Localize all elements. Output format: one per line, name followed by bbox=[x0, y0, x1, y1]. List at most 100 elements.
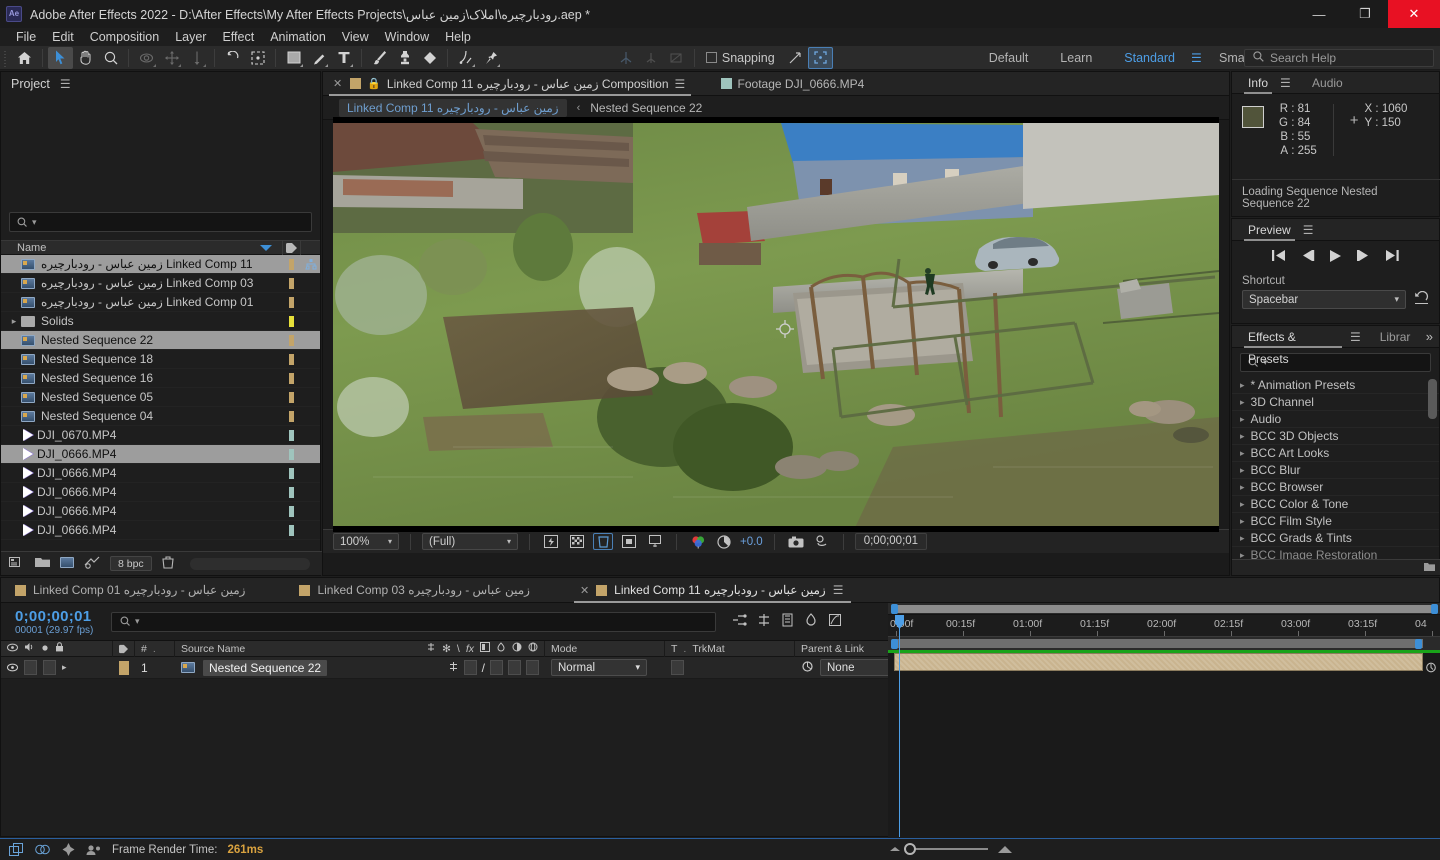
snap-target-icon[interactable] bbox=[783, 47, 808, 69]
label-swatch[interactable] bbox=[289, 410, 294, 422]
label-swatch[interactable] bbox=[289, 429, 294, 441]
search-help-input[interactable]: Search Help bbox=[1244, 49, 1434, 67]
project-item-comp-01[interactable]: زمین عباس - رودبارچیره Linked Comp 01 bbox=[1, 293, 320, 312]
first-frame-icon[interactable] bbox=[1271, 249, 1286, 265]
layer-solo-toggle[interactable] bbox=[43, 660, 56, 675]
effects-category-animation-presets[interactable]: ▸ * Animation Presets bbox=[1232, 377, 1439, 394]
exposure-value[interactable]: +0.0 bbox=[740, 536, 763, 548]
pick-whip-icon[interactable] bbox=[801, 660, 814, 676]
minimize-button[interactable]: — bbox=[1296, 0, 1342, 28]
toggle-mask-paths-icon[interactable] bbox=[619, 533, 639, 550]
lock-icon[interactable]: 🔒 bbox=[367, 77, 381, 90]
zoom-in-icon[interactable] bbox=[998, 845, 1012, 853]
collapse-transform-icon[interactable]: ✻ bbox=[442, 643, 451, 655]
enable-frame-blending-icon[interactable] bbox=[804, 613, 818, 630]
project-item-dji-0666-c[interactable]: DJI_0666.MP4 bbox=[1, 483, 320, 502]
zoom-out-icon[interactable] bbox=[890, 847, 900, 851]
rotation-tool-icon[interactable] bbox=[220, 47, 245, 69]
timeline-tab-linked-comp-11[interactable]: ✕ زمین عباس - رودبارچیره Linked Comp 11 … bbox=[566, 578, 859, 603]
camera-3d-icon[interactable] bbox=[614, 47, 639, 69]
show-snapshot-icon[interactable] bbox=[812, 533, 832, 550]
project-item-dji-0666-b[interactable]: DJI_0666.MP4 bbox=[1, 464, 320, 483]
team-projects-icon[interactable] bbox=[86, 843, 102, 857]
frame-blend-icon[interactable] bbox=[480, 642, 490, 655]
mode-column-header[interactable]: Mode bbox=[545, 640, 665, 657]
tab-audio[interactable]: Audio bbox=[1304, 72, 1351, 94]
menu-view[interactable]: View bbox=[334, 28, 377, 46]
3d-layer-icon[interactable] bbox=[528, 642, 538, 655]
composition-viewer[interactable] bbox=[323, 117, 1229, 532]
breadcrumb-current[interactable]: زمین عباس - رودبارچیره Linked Comp 11 bbox=[339, 98, 567, 117]
play-icon[interactable] bbox=[1329, 249, 1342, 266]
dolly-tool-icon[interactable] bbox=[184, 47, 209, 69]
toolbar-grip[interactable] bbox=[2, 48, 12, 67]
layer-shy-toggle-icon[interactable] bbox=[448, 661, 459, 675]
tab-composition-linked-comp-11[interactable]: ✕ 🔒 Composition زمین عباس - رودبارچیره L… bbox=[323, 72, 697, 96]
layer-quality-icon[interactable]: / bbox=[482, 661, 485, 675]
maximize-button[interactable]: ❐ bbox=[1342, 0, 1388, 28]
menu-composition[interactable]: Composition bbox=[82, 28, 167, 46]
column-name[interactable]: Name bbox=[1, 242, 260, 254]
menu-layer[interactable]: Layer bbox=[167, 28, 214, 46]
audio-speaker-icon[interactable] bbox=[24, 642, 35, 655]
close-icon[interactable]: ✕ bbox=[580, 584, 589, 597]
effects-category-bcc-browser[interactable]: ▸ BCC Browser bbox=[1232, 479, 1439, 496]
work-area-end-handle[interactable] bbox=[1431, 604, 1438, 614]
label-column-header[interactable] bbox=[113, 640, 135, 657]
menu-edit[interactable]: Edit bbox=[44, 28, 82, 46]
effects-scrollbar[interactable] bbox=[1428, 379, 1437, 419]
effects-category-bcc-3d-objects[interactable]: ▸ BCC 3D Objects bbox=[1232, 428, 1439, 445]
layer-trkmat-cell[interactable] bbox=[665, 657, 795, 679]
region-of-interest-icon[interactable] bbox=[593, 533, 613, 550]
timeline-ruler[interactable]: 0:00f 00:15f 01:00f 01:15f 02:00f 02:15f… bbox=[888, 615, 1440, 637]
info-panel-menu-icon[interactable]: ☰ bbox=[1280, 76, 1292, 90]
column-label-tag[interactable] bbox=[282, 240, 300, 255]
layer-label-swatch[interactable] bbox=[113, 657, 135, 679]
timeline-track-row-1[interactable] bbox=[888, 653, 1440, 671]
tab-footage-dji-0666[interactable]: Footage DJI_0666.MP4 bbox=[711, 72, 875, 96]
layer-mode-select[interactable]: Normal ▾ bbox=[551, 659, 647, 676]
interpret-footage-icon[interactable] bbox=[9, 556, 25, 572]
hide-shy-layers-icon[interactable] bbox=[781, 613, 794, 630]
project-item-nested-16[interactable]: Nested Sequence 16 bbox=[1, 369, 320, 388]
disclosure-triangle-icon[interactable]: ▸ bbox=[7, 316, 21, 327]
timeline-zoom-knob[interactable] bbox=[904, 843, 916, 855]
new-composition-icon[interactable] bbox=[60, 556, 74, 571]
exposure-reset-icon[interactable] bbox=[714, 533, 734, 550]
workspace-default[interactable]: Default bbox=[973, 51, 1045, 65]
quality-icon[interactable]: \ bbox=[457, 643, 460, 655]
timeline-panel-menu-icon[interactable]: ☰ bbox=[833, 583, 845, 597]
lock-icon[interactable] bbox=[55, 642, 64, 655]
label-swatch[interactable] bbox=[289, 524, 294, 536]
current-time-indicator-line[interactable] bbox=[899, 615, 900, 837]
layer-audio-toggle[interactable] bbox=[24, 660, 37, 675]
type-tool-icon[interactable] bbox=[331, 47, 356, 69]
label-swatch[interactable] bbox=[289, 467, 294, 479]
project-item-nested-22[interactable]: Nested Sequence 22 bbox=[1, 331, 320, 350]
render-queue-icon[interactable] bbox=[8, 843, 24, 857]
effects-category-bcc-blur[interactable]: ▸ BCC Blur bbox=[1232, 462, 1439, 479]
disclosure-triangle-icon[interactable]: ▸ bbox=[1240, 482, 1245, 493]
project-item-solids-folder[interactable]: ▸ Solids bbox=[1, 312, 320, 331]
enable-motion-blur-icon[interactable] bbox=[828, 613, 842, 630]
layer-name[interactable]: Nested Sequence 22 bbox=[203, 659, 328, 676]
pen-tool-icon[interactable] bbox=[306, 47, 331, 69]
transform-gizmo-icon[interactable] bbox=[807, 46, 833, 69]
project-item-dji-0666-d[interactable]: DJI_0666.MP4 bbox=[1, 502, 320, 521]
adjustment-layer-icon[interactable] bbox=[512, 642, 522, 655]
effects-icon[interactable]: fx bbox=[466, 643, 474, 655]
timeline-tab-linked-comp-03[interactable]: زمین عباس - رودبارچیره Linked Comp 03 bbox=[285, 578, 543, 603]
project-item-comp-03[interactable]: زمین عباس - رودبارچیره Linked Comp 03 bbox=[1, 274, 320, 293]
source-name-column-header[interactable]: Source Name ✻ \ fx bbox=[175, 640, 545, 657]
index-column-header[interactable]: # . bbox=[135, 640, 175, 657]
disclosure-triangle-icon[interactable]: ▸ bbox=[1240, 397, 1245, 408]
sync-settings-icon[interactable] bbox=[60, 843, 76, 857]
delete-icon[interactable] bbox=[162, 555, 174, 572]
effects-panel-menu-icon[interactable]: ☰ bbox=[1350, 330, 1362, 344]
composition-stage[interactable] bbox=[333, 117, 1219, 532]
draft-3d-icon[interactable] bbox=[757, 613, 771, 630]
resolution-select[interactable]: (Full) ▾ bbox=[422, 533, 518, 550]
label-swatch[interactable] bbox=[289, 372, 294, 384]
menu-window[interactable]: Window bbox=[377, 28, 437, 46]
menu-effect[interactable]: Effect bbox=[214, 28, 262, 46]
